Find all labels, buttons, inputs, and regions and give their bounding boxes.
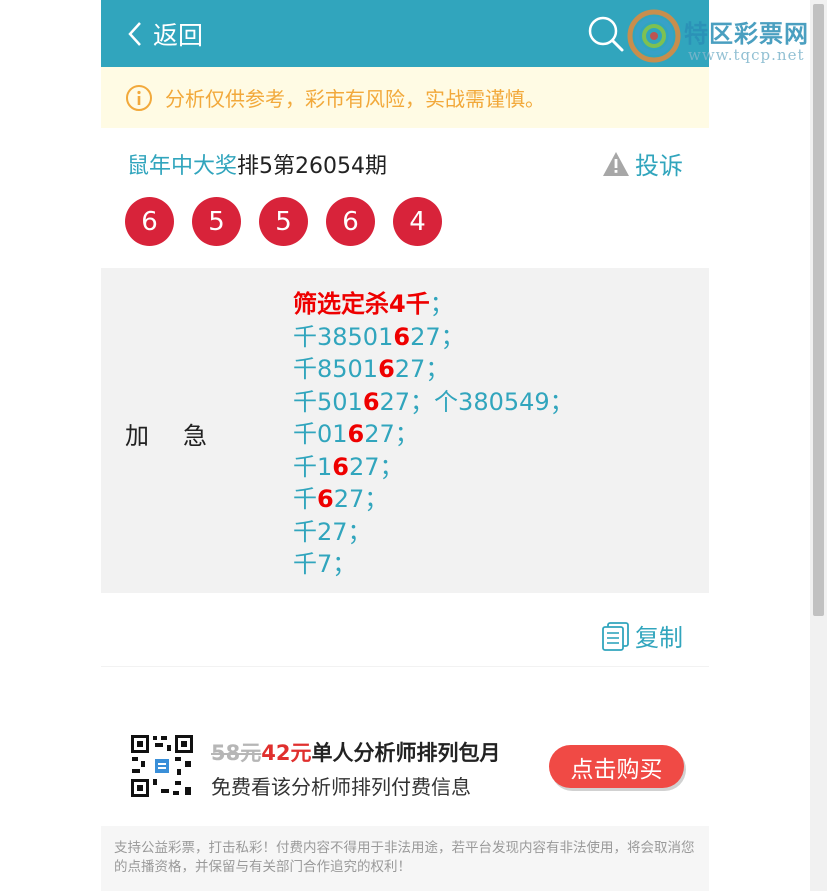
new-price: 42元 bbox=[261, 741, 312, 765]
back-label: 返回 bbox=[153, 21, 204, 50]
author-link[interactable]: 鼠年中大奖 bbox=[127, 148, 237, 180]
number-ball: 6 bbox=[125, 197, 174, 246]
logo-emblem-icon bbox=[627, 9, 681, 63]
analysis-line: 千7； bbox=[293, 548, 574, 581]
site-logo: 特区彩票网 www.tqcp.net bbox=[626, 8, 826, 68]
urgent-tag: 加急 bbox=[125, 422, 241, 450]
logo-url: www.tqcp.net bbox=[688, 46, 805, 64]
line-text: 千01 bbox=[293, 420, 348, 448]
disclaimer: 支持公益彩票，打击私彩！付费内容不得用于非法用途，若平台发现内容有非法使用，将会… bbox=[101, 826, 709, 891]
scrollbar[interactable] bbox=[810, 0, 827, 891]
line-text: 千27； bbox=[293, 517, 372, 546]
line-text: 千8501 bbox=[293, 355, 379, 383]
promo-name: 单人分析师排列包月 bbox=[311, 741, 501, 765]
analysis-content: 加急 筛选定杀4千； 千38501627； 千8501627； 千501627；个38… bbox=[101, 268, 709, 593]
lottery-numbers: 6 5 5 6 4 bbox=[125, 197, 460, 246]
number-ball: 4 bbox=[393, 197, 442, 246]
report-button[interactable]: 投诉 bbox=[601, 146, 683, 181]
main-panel: 返回 分析仅供参考，彩市有风险，实战需谨慎。 鼠年中大奖 排5第26054期 投… bbox=[101, 0, 709, 891]
analysis-lines: 筛选定杀4千； 千38501627； 千8501627； 千501627；个38054… bbox=[293, 288, 574, 581]
page: 返回 分析仅供参考，彩市有风险，实战需谨慎。 鼠年中大奖 排5第26054期 投… bbox=[0, 0, 827, 891]
analysis-line: 千27； bbox=[293, 516, 574, 549]
line-text: 千1 bbox=[293, 452, 333, 481]
analysis-line: 筛选定杀4千； bbox=[293, 288, 574, 321]
old-price: 58元 bbox=[211, 741, 262, 765]
copy-button[interactable]: 复制 bbox=[601, 618, 683, 653]
analysis-line: 千627； bbox=[293, 483, 574, 516]
warning-icon bbox=[603, 151, 629, 176]
risk-notice: 分析仅供参考，彩市有风险，实战需谨慎。 bbox=[101, 67, 709, 128]
copy-icon bbox=[602, 621, 629, 651]
analysis-line: 千01627； bbox=[293, 418, 574, 451]
top-bar: 返回 bbox=[101, 0, 709, 67]
line-text: 千 bbox=[293, 485, 317, 513]
search-icon[interactable] bbox=[587, 15, 625, 53]
line-text: 千38501 bbox=[293, 322, 394, 351]
highlight-text: 6 bbox=[332, 452, 349, 481]
highlight-text: 6 bbox=[393, 322, 411, 351]
analysis-line: 千501627；个380549； bbox=[293, 386, 574, 419]
promo-subtitle: 免费看该分析师排列付费信息 bbox=[211, 775, 471, 799]
copy-label: 复制 bbox=[635, 624, 683, 652]
divider bbox=[101, 666, 709, 667]
highlight-text: 6 bbox=[378, 355, 395, 383]
buy-button[interactable]: 点击购买 bbox=[549, 745, 684, 788]
line-text: 27； bbox=[348, 452, 404, 481]
logo-text: 特区彩票网 bbox=[684, 20, 809, 48]
number-ball: 5 bbox=[259, 197, 308, 246]
notice-text: 分析仅供参考，彩市有风险，实战需谨慎。 bbox=[165, 87, 545, 111]
number-ball: 6 bbox=[326, 197, 375, 246]
line-text: 千501 bbox=[293, 387, 363, 416]
line-text: ； bbox=[429, 290, 454, 318]
line-text: 27； bbox=[394, 355, 450, 383]
line-text: 27； bbox=[333, 485, 389, 513]
scrollbar-thumb[interactable] bbox=[813, 4, 824, 616]
highlight-text: 6 bbox=[317, 485, 334, 513]
line-text: 27；个380549； bbox=[379, 387, 574, 416]
line-text: 27； bbox=[364, 420, 419, 448]
line-text: 27； bbox=[410, 322, 465, 351]
analysis-line: 千38501627； bbox=[293, 321, 574, 354]
analysis-line: 千1627； bbox=[293, 451, 574, 484]
promo-title: 58元 42元 单人分析师排列包月 bbox=[211, 737, 500, 767]
analysis-line: 千8501627； bbox=[293, 353, 574, 386]
highlight-text: 筛选定杀4千 bbox=[293, 290, 430, 318]
report-label: 投诉 bbox=[635, 152, 683, 180]
post-title: 鼠年中大奖 排5第26054期 bbox=[127, 148, 387, 180]
number-ball: 5 bbox=[192, 197, 241, 246]
chevron-left-icon bbox=[128, 22, 141, 46]
line-text: 千7； bbox=[293, 550, 357, 578]
issue-label: 排5第26054期 bbox=[237, 154, 387, 179]
highlight-text: 6 bbox=[347, 420, 365, 448]
back-button[interactable]: 返回 bbox=[127, 14, 203, 54]
qr-code-icon bbox=[129, 733, 195, 799]
info-icon bbox=[126, 84, 152, 111]
highlight-text: 6 bbox=[362, 387, 380, 416]
